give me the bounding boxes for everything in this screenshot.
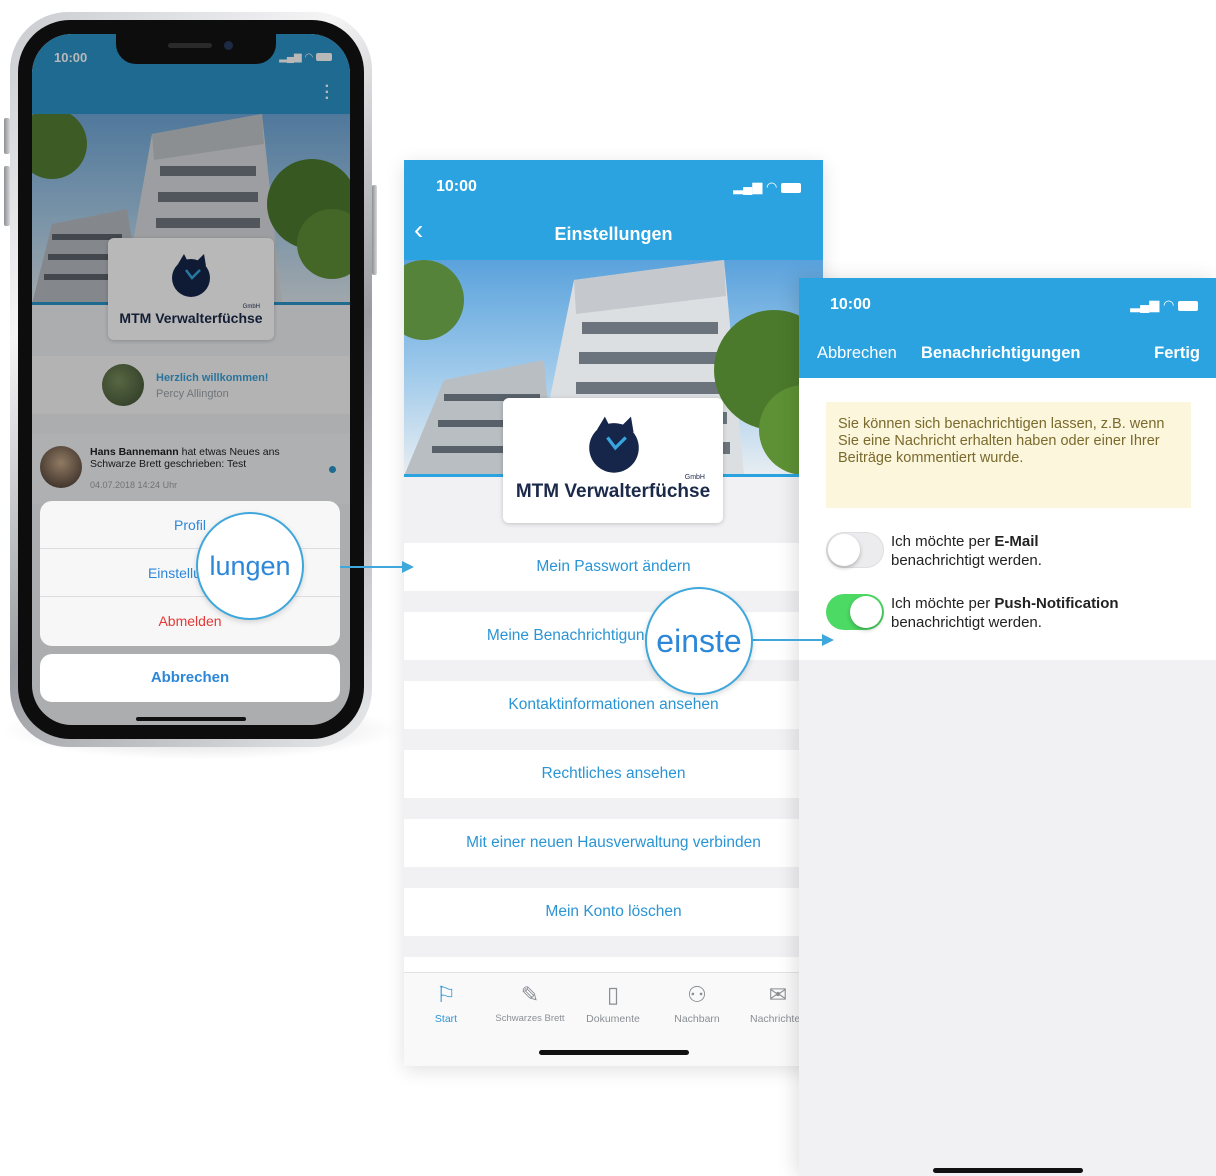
status-icons: ▂▄▆ ◠ [1130, 297, 1198, 313]
tab-label: Start [434, 1013, 458, 1025]
company-logo: GmbH MTM Verwalterfüchse [503, 398, 723, 523]
status-icons: ▂▄▆ ◠ [733, 179, 801, 195]
menu-delete-account[interactable]: Mein Konto löschen [404, 888, 823, 936]
page-title: Benachrichtigungen [921, 344, 1081, 362]
phone-bezel: 10:00 ▂▄▆ ◠ · · · GmbH MTM Verwalterfüch… [18, 20, 364, 739]
composite-stage: 10:00 ▂▄▆ ◠ · · · GmbH MTM Verwalterfüch… [0, 0, 1216, 1176]
signal-icon: ▂▄▆ [1130, 297, 1160, 312]
option-prefix: Ich möchte per [891, 533, 995, 550]
logo-suffix: GmbH [684, 474, 705, 481]
flow-arrow-icon [822, 634, 834, 646]
flow-arrow-line [340, 566, 402, 568]
toggle-knob [828, 534, 860, 566]
tab-bulletin-board[interactable]: ✎ Schwarzes Brett [485, 981, 575, 1024]
magnifier-bubble: einste [645, 587, 753, 695]
phone-side-button [372, 185, 377, 275]
tab-label: Dokumente [586, 1013, 640, 1025]
done-button[interactable]: Fertig [1154, 344, 1200, 363]
tab-label: Nachbarn [674, 1013, 720, 1025]
flow-arrow-line [752, 639, 822, 641]
phone-screen: 10:00 ▂▄▆ ◠ · · · GmbH MTM Verwalterfüch… [32, 34, 350, 725]
home-indicator [933, 1168, 1083, 1173]
tab-start[interactable]: ⚐ Start [404, 981, 491, 1025]
page-title: Einstellungen [554, 224, 673, 244]
option-suffix: benachrichtigt werden. [891, 552, 1042, 569]
flag-icon: ⚐ [436, 982, 456, 1007]
settings-header [404, 160, 823, 260]
action-logout[interactable]: Abmelden [40, 597, 340, 645]
option-prefix: Ich möchte per [891, 595, 995, 612]
flow-arrow-icon [402, 561, 414, 573]
settings-screen: 10:00 ▂▄▆ ◠ ‹ Einstellungen GmbH MTM Ver… [404, 160, 823, 1066]
push-notification-toggle[interactable] [826, 594, 884, 630]
option-channel: E-Mail [994, 533, 1039, 550]
signal-icon: ▂▄▆ [733, 179, 763, 194]
tab-neighbors[interactable]: ⚇ Nachbarn [652, 981, 742, 1025]
home-indicator [136, 717, 246, 721]
option-channel: Push-Notification [994, 595, 1119, 612]
menu-change-password[interactable]: Mein Passwort ändern [404, 543, 823, 591]
wifi-icon: ◠ [766, 179, 778, 194]
phone-speaker [168, 43, 212, 48]
home-indicator [539, 1050, 689, 1055]
tab-label: Schwarzes Brett [495, 1013, 565, 1024]
info-box: Sie können sich benachrichtigen lassen, … [826, 402, 1191, 508]
phone-camera [224, 41, 233, 50]
phone-notch [116, 34, 276, 64]
magnifier-bubble: lungen [196, 512, 304, 620]
email-notification-toggle[interactable] [826, 532, 884, 568]
option-suffix: benachrichtigt werden. [891, 614, 1042, 631]
notifications-header [799, 278, 1216, 378]
battery-icon [1178, 300, 1198, 311]
logo-text: MTM Verwalterfüchse [515, 481, 711, 502]
menu-row-partial [404, 957, 823, 972]
tab-documents[interactable]: ▯ Dokumente [568, 981, 658, 1025]
document-icon: ▯ [606, 982, 620, 1007]
people-icon: ⚇ [687, 982, 707, 1007]
menu-notification-settings[interactable]: Meine Benachrichtigungen einstellen [404, 612, 823, 660]
action-cancel-button[interactable]: Abbrechen [40, 654, 340, 702]
email-notification-label: Ich möchte per E-Mail benachrichtigt werd… [891, 532, 1191, 570]
wifi-icon: ◠ [1163, 297, 1175, 312]
menu-connect-property-management[interactable]: Mit einer neuen Hausverwaltung verbinden [404, 819, 823, 867]
pin-icon: ✎ [520, 982, 540, 1007]
cancel-button[interactable]: Abbrechen [817, 344, 897, 363]
menu-contact-info[interactable]: Kontaktinformationen ansehen [404, 681, 823, 729]
phone-device: 10:00 ▂▄▆ ◠ · · · GmbH MTM Verwalterfüch… [10, 12, 372, 747]
status-time: 10:00 [436, 178, 477, 195]
fox-logo-icon [589, 416, 639, 473]
menu-legal[interactable]: Rechtliches ansehen [404, 750, 823, 798]
toggle-knob [850, 596, 882, 628]
push-notification-label: Ich möchte per Push-Notification benachri… [891, 594, 1191, 632]
battery-icon [781, 182, 801, 193]
notifications-screen: 10:00 ▂▄▆ ◠ Abbrechen Benachrichtigungen… [799, 278, 1216, 1176]
status-time: 10:00 [830, 296, 871, 313]
